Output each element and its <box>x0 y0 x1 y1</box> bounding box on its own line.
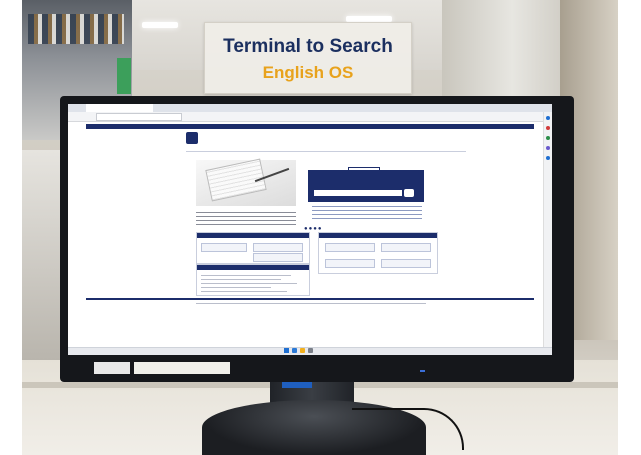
sidebar-icon[interactable] <box>546 146 550 150</box>
carousel-caption <box>196 212 296 226</box>
sign-subtitle: English OS <box>262 63 354 82</box>
search-panel <box>308 170 424 202</box>
panel-header <box>319 233 437 238</box>
panel-button[interactable] <box>325 259 375 268</box>
browser-tab[interactable] <box>86 104 153 112</box>
site-top-bar <box>86 124 534 129</box>
panel-button[interactable] <box>381 243 431 252</box>
news-item[interactable] <box>201 283 297 284</box>
panel-button[interactable] <box>381 259 431 268</box>
browser-sidebar <box>543 112 552 355</box>
search-icon[interactable] <box>404 189 414 197</box>
edge-browser-icon[interactable] <box>292 348 297 353</box>
sign-title: Terminal to Search <box>223 36 393 57</box>
news-item[interactable] <box>201 287 271 288</box>
panel-button[interactable] <box>201 243 247 252</box>
site-title <box>202 132 322 142</box>
usb-ports <box>282 382 312 388</box>
panel-button[interactable] <box>253 253 303 262</box>
sidebar-icon[interactable] <box>546 116 550 120</box>
photo: Terminal to Search English OS ●●●● <box>22 0 618 455</box>
info-panel-right <box>318 232 438 274</box>
news-item[interactable] <box>201 275 291 276</box>
panel-header <box>197 265 309 270</box>
panel-header <box>197 233 309 238</box>
site-footer-bar <box>86 298 534 300</box>
ceiling-light <box>142 22 178 28</box>
sidebar-icon[interactable] <box>546 126 550 130</box>
sidebar-icon[interactable] <box>546 156 550 160</box>
footer-links[interactable] <box>196 303 426 304</box>
monitor-screen: ●●●● <box>68 104 552 355</box>
site-menu[interactable] <box>186 146 466 152</box>
browser-toolbar <box>68 112 552 122</box>
green-sign <box>117 58 131 94</box>
search-input[interactable] <box>314 190 402 196</box>
bezel-label <box>134 362 230 374</box>
search-links[interactable] <box>312 206 422 222</box>
news-panel <box>196 264 310 296</box>
acrylic-sign: Terminal to Search English OS <box>204 22 412 94</box>
browser-tabbar <box>68 104 552 112</box>
library-logo <box>186 132 198 144</box>
address-bar[interactable] <box>96 113 182 121</box>
power-led <box>420 370 425 372</box>
books <box>28 14 124 44</box>
news-item[interactable] <box>201 291 287 292</box>
sidebar-icon[interactable] <box>546 136 550 140</box>
search-icon[interactable] <box>308 348 313 353</box>
news-item[interactable] <box>201 279 281 280</box>
windows-start-icon[interactable] <box>284 348 289 353</box>
panel-button[interactable] <box>253 243 303 252</box>
panel-button[interactable] <box>325 243 375 252</box>
info-panel-left <box>196 232 310 264</box>
bezel-sticker <box>94 362 130 374</box>
file-explorer-icon[interactable] <box>300 348 305 353</box>
